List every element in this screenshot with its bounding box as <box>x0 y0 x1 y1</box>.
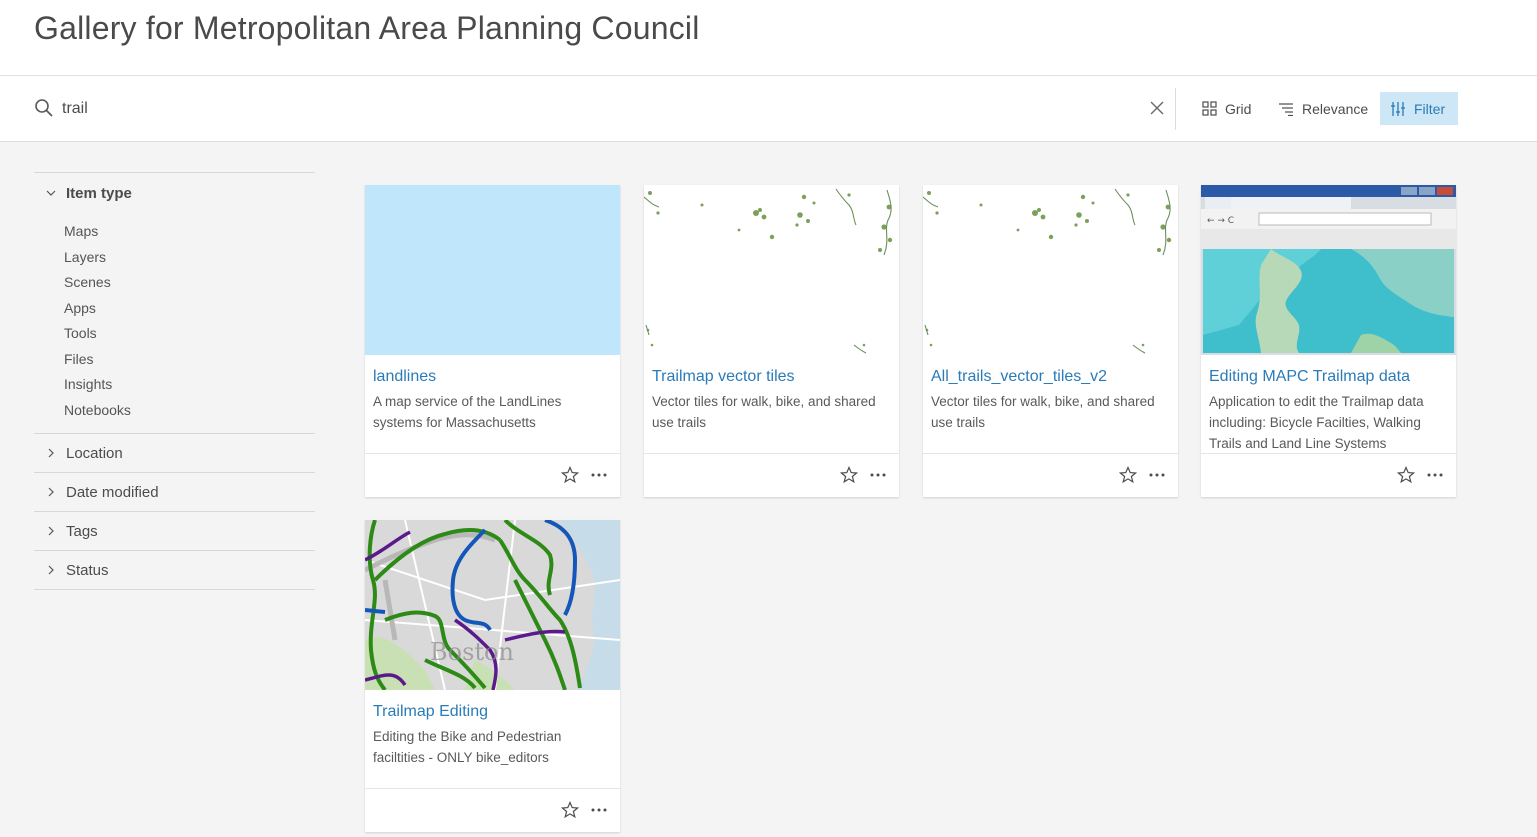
grid-icon <box>1202 101 1217 116</box>
filter-label: Filter <box>1414 100 1446 117</box>
filter-button[interactable]: Filter <box>1380 92 1458 125</box>
filter-sidebar: Item type Maps Layers Scenes Apps Tools … <box>34 172 315 590</box>
facet-status-toggle[interactable]: Status <box>34 551 315 589</box>
item-thumbnail[interactable] <box>923 185 1178 355</box>
item-type-list: Maps Layers Scenes Apps Tools Files Insi… <box>34 213 315 433</box>
item-type-option[interactable]: Insights <box>64 372 315 398</box>
item-title[interactable]: Trailmap vector tiles <box>652 368 795 386</box>
item-type-option[interactable]: Notebooks <box>64 398 315 424</box>
svg-text:Boston: Boston <box>430 638 514 666</box>
more-options-icon[interactable] <box>869 466 887 484</box>
facet-date-modified: Date modified <box>34 472 315 511</box>
item-title[interactable]: All_trails_vector_tiles_v2 <box>931 368 1107 386</box>
search-input[interactable] <box>62 95 1132 123</box>
star-favorite-icon[interactable] <box>840 466 858 484</box>
star-favorite-icon[interactable] <box>1119 466 1137 484</box>
more-options-icon[interactable] <box>590 466 608 484</box>
facet-status: Status <box>34 550 315 589</box>
item-type-option[interactable]: Scenes <box>64 270 315 296</box>
item-title[interactable]: Editing MAPC Trailmap data <box>1209 368 1410 386</box>
item-thumbnail[interactable]: ← → C <box>1201 185 1456 355</box>
item-type-option[interactable]: Files <box>64 347 315 373</box>
item-type-option[interactable]: Apps <box>64 296 315 322</box>
chevron-right-icon <box>48 526 54 536</box>
facet-label: Location <box>66 444 123 462</box>
facet-item-type-toggle[interactable]: Item type <box>34 173 315 213</box>
star-favorite-icon[interactable] <box>561 466 579 484</box>
facet-location: Location <box>34 433 315 472</box>
more-options-icon[interactable] <box>1426 466 1444 484</box>
item-card-footer <box>365 788 620 832</box>
item-type-option[interactable]: Tools <box>64 321 315 347</box>
item-type-option[interactable]: Maps <box>64 219 315 245</box>
item-thumbnail[interactable]: Boston <box>365 520 620 690</box>
facet-label: Item type <box>66 184 132 202</box>
item-card: All_trails_vector_tiles_v2 Vector tiles … <box>923 185 1178 497</box>
item-description: Vector tiles for walk, bike, and shared … <box>931 394 1155 430</box>
star-favorite-icon[interactable] <box>561 801 579 819</box>
item-title[interactable]: Trailmap Editing <box>373 703 488 721</box>
chevron-right-icon <box>48 565 54 575</box>
star-favorite-icon[interactable] <box>1397 466 1415 484</box>
item-card: ← → C Editing MAPC Trailmap data Applica… <box>1201 185 1456 497</box>
item-description: Editing the Bike and Pedestrian faciltit… <box>373 729 562 765</box>
grid-view-button[interactable]: Grid <box>1192 92 1261 125</box>
item-card-footer <box>644 453 899 497</box>
chevron-down-icon <box>46 190 56 196</box>
item-card: Trailmap vector tiles Vector tiles for w… <box>644 185 899 497</box>
facet-tags-toggle[interactable]: Tags <box>34 512 315 550</box>
more-options-icon[interactable] <box>590 801 608 819</box>
facet-label: Date modified <box>66 483 159 501</box>
item-card-footer <box>923 453 1178 497</box>
toolbar-divider <box>1175 88 1176 130</box>
item-card-footer <box>365 453 620 497</box>
item-thumbnail[interactable] <box>365 185 620 355</box>
item-type-option[interactable]: Layers <box>64 245 315 271</box>
chevron-right-icon <box>48 487 54 497</box>
item-card: Boston Trailmap Editing Editing the Bike… <box>365 520 620 832</box>
item-thumbnail[interactable] <box>644 185 899 355</box>
sidebar-bottom-divider <box>34 589 315 590</box>
item-description: Application to edit the Trailmap data in… <box>1209 394 1424 451</box>
item-title[interactable]: landlines <box>373 368 436 386</box>
facet-tags: Tags <box>34 511 315 550</box>
search-bar: Grid Relevance Filter <box>0 76 1537 142</box>
facet-label: Tags <box>66 522 98 540</box>
item-card: landlines A map service of the LandLines… <box>365 185 620 497</box>
filter-sliders-icon <box>1391 101 1405 116</box>
item-description: Vector tiles for walk, bike, and shared … <box>652 394 876 430</box>
sort-relevance-button[interactable]: Relevance <box>1268 92 1378 125</box>
page-header: Gallery for Metropolitan Area Planning C… <box>0 0 1537 76</box>
facet-item-type: Item type Maps Layers Scenes Apps Tools … <box>34 172 315 433</box>
grid-label: Grid <box>1225 100 1252 117</box>
facet-label: Status <box>66 561 109 579</box>
sort-icon <box>1279 102 1293 116</box>
facet-location-toggle[interactable]: Location <box>34 434 315 472</box>
search-icon <box>35 99 53 117</box>
more-options-icon[interactable] <box>1148 466 1166 484</box>
clear-search-icon[interactable] <box>1147 98 1167 118</box>
chevron-right-icon <box>48 448 54 458</box>
item-card-footer <box>1201 453 1456 497</box>
facet-date-modified-toggle[interactable]: Date modified <box>34 473 315 511</box>
page-title: Gallery for Metropolitan Area Planning C… <box>34 10 700 46</box>
item-description: A map service of the LandLines systems f… <box>373 394 562 430</box>
svg-text:← → C: ← → C <box>1207 216 1234 226</box>
relevance-label: Relevance <box>1302 100 1369 117</box>
